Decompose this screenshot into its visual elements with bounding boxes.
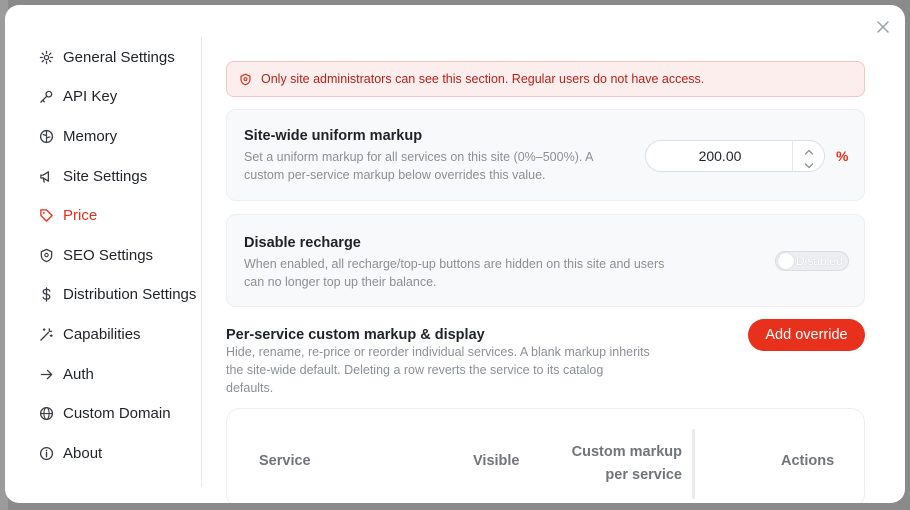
shield-icon (39, 248, 54, 263)
tag-icon (39, 208, 54, 223)
sidebar-item-capabilities[interactable]: Capabilities (39, 322, 141, 346)
overrides-title: Per-service custom markup & display (226, 327, 485, 343)
disable-recharge-title: Disable recharge (244, 235, 361, 251)
column-header-visible[interactable]: Visible (473, 453, 519, 469)
sidebar-item-price[interactable]: Price (39, 203, 97, 227)
markup-stepper (792, 141, 824, 171)
disable-recharge-desc-line2: can no longer top up their balance. (244, 275, 437, 289)
sidebar-item-label: SEO Settings (63, 246, 154, 264)
megaphone-icon (39, 169, 54, 184)
sidebar-item-label: API Key (63, 87, 118, 105)
disable-recharge-toggle[interactable]: Disabled (775, 251, 849, 271)
sidebar-item-general-settings[interactable]: General Settings (39, 45, 175, 69)
sidebar-item-distribution-settings[interactable]: Distribution Settings (39, 282, 196, 306)
column-header-markup-line1: Custom markup (571, 444, 682, 460)
column-header-actions: Actions (781, 453, 835, 469)
uniform-markup-title: Site-wide uniform markup (244, 128, 423, 144)
sidebar-item-label: General Settings (63, 48, 175, 66)
globe-icon (39, 406, 54, 421)
overrides-desc-line2: the site-wide default. Deleting a row re… (226, 363, 604, 377)
price-settings-panel: Only site administrators can see this se… (226, 5, 866, 503)
toggle-knob (778, 253, 794, 269)
sidebar-item-site-settings[interactable]: Site Settings (39, 164, 147, 188)
column-header-service[interactable]: Service (259, 453, 311, 469)
markup-value[interactable]: 200.00 (646, 141, 794, 171)
uniform-markup-card: Site-wide uniform markup Set a uniform m… (226, 109, 865, 201)
column-header-markup-line2: per service (605, 467, 682, 483)
sidebar-item-label: Distribution Settings (63, 285, 197, 303)
sidebar-item-seo-settings[interactable]: SEO Settings (39, 243, 153, 267)
key-icon (39, 89, 54, 104)
sidebar-item-label: Site Settings (63, 167, 148, 185)
chevron-up-icon[interactable] (803, 144, 815, 155)
close-icon[interactable] (875, 19, 891, 35)
disable-recharge-card: Disable recharge When enabled, all recha… (226, 214, 865, 307)
alert-text: Only site administrators can see this se… (261, 72, 705, 86)
uniform-markup-desc-line2: custom per-service markup below override… (244, 168, 546, 182)
overrides-description: Hide, rename, re-price or reorder indivi… (226, 343, 676, 397)
brain-icon (39, 129, 54, 144)
sidebar-item-label: Capabilities (63, 325, 141, 343)
admin-only-alert: Only site administrators can see this se… (226, 61, 865, 97)
uniform-markup-desc-line1: Set a uniform markup for all services on… (244, 150, 594, 164)
overrides-table: Service Visible Custom markup per servic… (226, 408, 865, 503)
column-divider[interactable] (692, 429, 695, 499)
sidebar-item-api-key[interactable]: API Key (39, 84, 117, 108)
magic-wand-icon (39, 327, 54, 342)
sidebar-item-custom-domain[interactable]: Custom Domain (39, 401, 171, 425)
overrides-desc-line3: defaults. (226, 381, 274, 395)
dollar-icon (39, 286, 54, 302)
arrow-right-icon (39, 367, 54, 382)
column-header-custom-markup[interactable]: Custom markup per service (547, 441, 682, 487)
sidebar-item-label: Custom Domain (63, 404, 171, 422)
settings-sidebar: General Settings API Key Memory Site Set… (5, 37, 202, 487)
toggle-label: Disabled (796, 254, 843, 268)
add-override-button[interactable]: Add override (748, 319, 865, 351)
markup-number-input[interactable]: 200.00 (645, 140, 825, 172)
disable-recharge-desc-line1: When enabled, all recharge/top-up button… (244, 257, 665, 271)
sidebar-item-auth[interactable]: Auth (39, 362, 94, 386)
sidebar-item-about[interactable]: About (39, 441, 102, 465)
chevron-down-icon[interactable] (803, 158, 815, 169)
sidebar-item-label: Auth (63, 365, 94, 383)
settings-modal: General Settings API Key Memory Site Set… (5, 5, 905, 503)
sidebar-item-label: Price (63, 206, 98, 224)
overrides-desc-line1: Hide, rename, re-price or reorder indivi… (226, 345, 650, 359)
sidebar-item-memory[interactable]: Memory (39, 124, 117, 148)
info-icon (39, 446, 54, 461)
sidebar-item-label: Memory (63, 127, 118, 145)
gear-icon (39, 50, 54, 65)
shield-alert-icon (239, 73, 252, 86)
sidebar-item-label: About (63, 444, 103, 462)
markup-unit: % (836, 148, 849, 164)
